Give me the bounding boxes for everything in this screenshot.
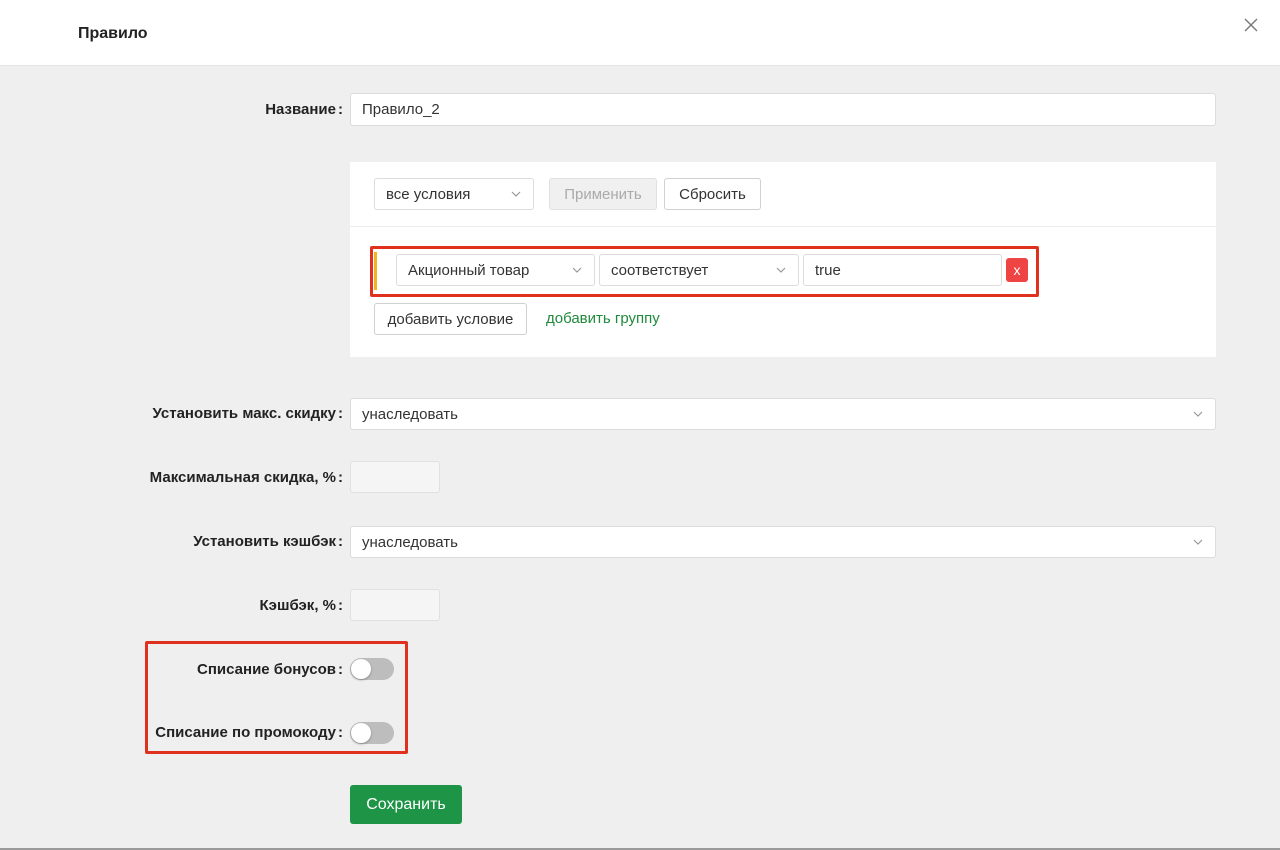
max-discount-percent-input[interactable]	[350, 461, 440, 493]
modal-header: Правило	[0, 0, 1280, 66]
cashback-percent-input[interactable]	[350, 589, 440, 621]
name-label: Название:	[265, 101, 343, 118]
chevron-down-icon	[510, 188, 522, 200]
cashback-mode-select[interactable]: унаследовать	[350, 526, 1216, 558]
toggles-highlight	[145, 641, 408, 754]
max-discount-mode-label: Установить макс. скидку:	[152, 405, 344, 422]
name-input[interactable]: Правило_2	[350, 93, 1216, 126]
max-discount-mode-select[interactable]: унаследовать	[350, 398, 1216, 430]
divider	[350, 226, 1216, 227]
close-icon[interactable]	[1241, 15, 1261, 35]
reset-button[interactable]: Сбросить	[664, 178, 761, 210]
apply-button[interactable]: Применить	[549, 178, 657, 210]
cashback-mode-label: Установить кэшбэк:	[193, 533, 343, 550]
add-condition-button[interactable]: добавить условие	[374, 303, 527, 335]
modal-title: Правило	[78, 25, 148, 42]
chevron-down-icon	[1192, 408, 1204, 420]
conditions-mode-select[interactable]: все условия	[374, 178, 534, 210]
max-discount-percent-label: Максимальная скидка, %:	[149, 469, 343, 486]
save-button[interactable]: Сохранить	[350, 785, 462, 824]
condition-highlight	[370, 246, 1039, 297]
chevron-down-icon	[1192, 536, 1204, 548]
add-group-link[interactable]: добавить группу	[546, 310, 660, 327]
cashback-percent-label: Кэшбэк, %:	[259, 597, 343, 614]
